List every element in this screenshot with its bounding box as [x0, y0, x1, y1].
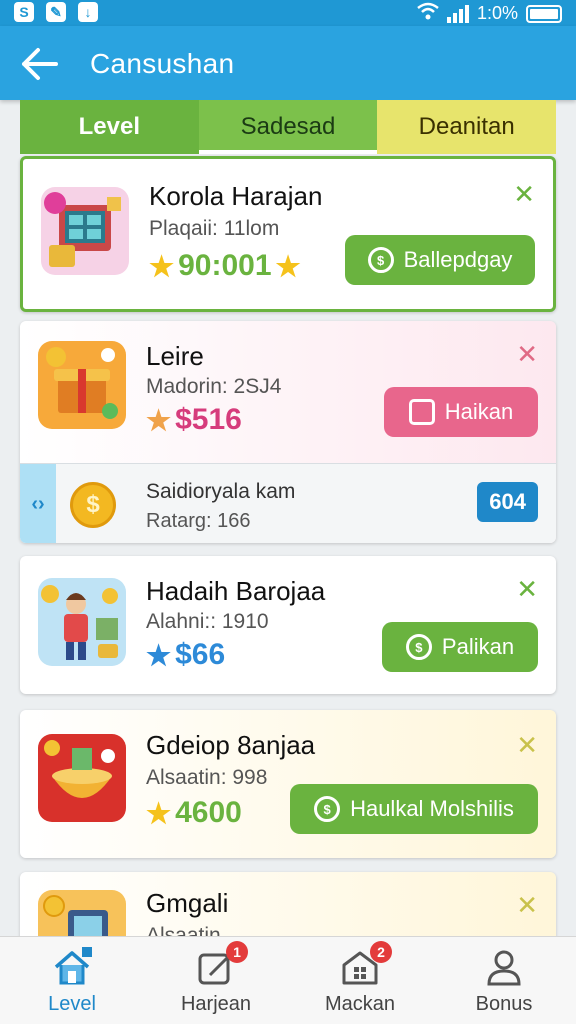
nav-label: Mackan: [324, 993, 396, 1015]
close-icon[interactable]: ✕: [516, 576, 538, 602]
item-subtitle: Madorin: 2SJ4: [146, 375, 282, 398]
coin-icon: $: [405, 634, 432, 660]
item-price: ★ $516: [146, 403, 242, 437]
item-title: Korola Harajan: [149, 181, 323, 211]
item-price: ★ 4600: [146, 796, 242, 830]
button-label: Haikan: [444, 399, 514, 424]
app-bar: Cansushan: [0, 26, 576, 100]
item-title: Hadaih Barojaa: [146, 576, 326, 606]
coin-icon: $: [70, 482, 116, 528]
close-icon[interactable]: ✕: [513, 181, 535, 207]
list-item[interactable]: Korola Harajan Plaqaii: 11lom ★ 90:001 ★…: [20, 156, 556, 312]
signal-icon: [446, 4, 469, 23]
list-item[interactable]: Gdeiop 8anjaa Alsaatin: 998 ★ 4600 ✕ $ H…: [20, 710, 556, 858]
character-thumbnail: [38, 578, 126, 666]
list-item[interactable]: Leire Madorin: 2SJ4 ★ $516 ✕ Haikan ‹› $…: [20, 321, 556, 543]
page-title: Cansushan: [90, 48, 235, 79]
nav-label: Harjean: [180, 993, 252, 1015]
status-time: 1:0%: [476, 3, 518, 23]
sub-list-item[interactable]: ‹› $ Saidioryala kam Ratarg: 166 604: [20, 463, 556, 543]
nav-bonus[interactable]: Bonus: [432, 937, 576, 1024]
user-icon: [484, 947, 524, 987]
item-price: ★ $66: [146, 638, 225, 672]
palikan-button[interactable]: $ Palikan: [382, 622, 538, 672]
star-icon: ★: [146, 639, 172, 671]
sub-item-title: Saidioryala kam: [146, 480, 296, 503]
home-icon: [52, 947, 92, 987]
coin-icon: $: [314, 796, 341, 822]
haikan-button[interactable]: Haikan: [384, 387, 538, 437]
price-value: $516: [175, 403, 242, 436]
nav-level[interactable]: Level: [0, 937, 144, 1024]
status-bar: S ✎ ↓ 1:0%: [0, 0, 576, 26]
star-icon: ★: [146, 797, 172, 829]
sub-item-subtitle: Ratarg: 166: [146, 510, 251, 532]
button-label: Ballepdgay: [403, 247, 513, 272]
close-icon[interactable]: ✕: [516, 892, 538, 918]
download-icon: ↓: [78, 2, 98, 22]
notification-badge: 1: [226, 941, 248, 963]
button-label: Haulkal Molshilis: [350, 796, 514, 821]
item-title: Gmgali: [146, 888, 229, 918]
item-subtitle: Alsaatin: 998: [146, 766, 268, 789]
star-icon: ★: [275, 250, 301, 282]
sync-icon: S: [14, 2, 34, 22]
price-value: 90:001: [178, 249, 272, 282]
game-thumbnail: [41, 187, 129, 275]
tab-sadesad[interactable]: Sadesad: [198, 100, 378, 154]
price-value: 4600: [175, 796, 242, 829]
nav-label: Bonus: [475, 993, 533, 1015]
nav-label: Level: [48, 993, 96, 1015]
notification-badge: 2: [370, 941, 392, 963]
coin-icon: $: [367, 247, 394, 273]
star-icon: ★: [146, 404, 172, 436]
wifi-icon: [417, 2, 439, 25]
chevron-icon: ‹›: [20, 464, 56, 543]
back-arrow-icon[interactable]: [20, 46, 60, 82]
square-icon: [408, 399, 435, 425]
list-item[interactable]: Hadaih Barojaa Alahni:: 1910 ★ $66 ✕ $ P…: [20, 556, 556, 694]
bottom-navigation: Level 1 Harjean 2 Mackan Bonus: [0, 936, 576, 1024]
count-badge[interactable]: 604: [477, 482, 538, 522]
status-system: 1:0%: [417, 2, 562, 25]
button-label: Palikan: [441, 634, 515, 659]
star-icon: ★: [149, 250, 175, 282]
nav-mackan[interactable]: 2 Mackan: [288, 937, 432, 1024]
close-icon[interactable]: ✕: [516, 341, 538, 367]
tab-deanitan[interactable]: Deanitan: [377, 100, 557, 154]
tab-level[interactable]: Level: [20, 100, 199, 154]
tab-bar: Level Sadesad Deanitan: [20, 100, 557, 154]
edit-icon: ✎: [46, 2, 66, 22]
item-subtitle: Alahni:: 1910: [146, 610, 269, 633]
gift-thumbnail: [38, 341, 126, 429]
food-thumbnail: [38, 734, 126, 822]
close-icon[interactable]: ✕: [516, 732, 538, 758]
status-notifications: S ✎ ↓: [14, 2, 98, 22]
battery-icon: [526, 4, 562, 23]
ballepdgay-button[interactable]: $ Ballepdgay: [345, 235, 535, 285]
item-subtitle: Plaqaii: 11lom: [149, 217, 280, 240]
item-title: Gdeiop 8anjaa: [146, 730, 316, 760]
haulkal-molshilis-button[interactable]: $ Haulkal Molshilis: [290, 784, 538, 834]
item-price: ★ 90:001 ★: [149, 249, 301, 283]
item-title: Leire: [146, 341, 204, 371]
nav-harjean[interactable]: 1 Harjean: [144, 937, 288, 1024]
price-value: $66: [175, 638, 226, 671]
